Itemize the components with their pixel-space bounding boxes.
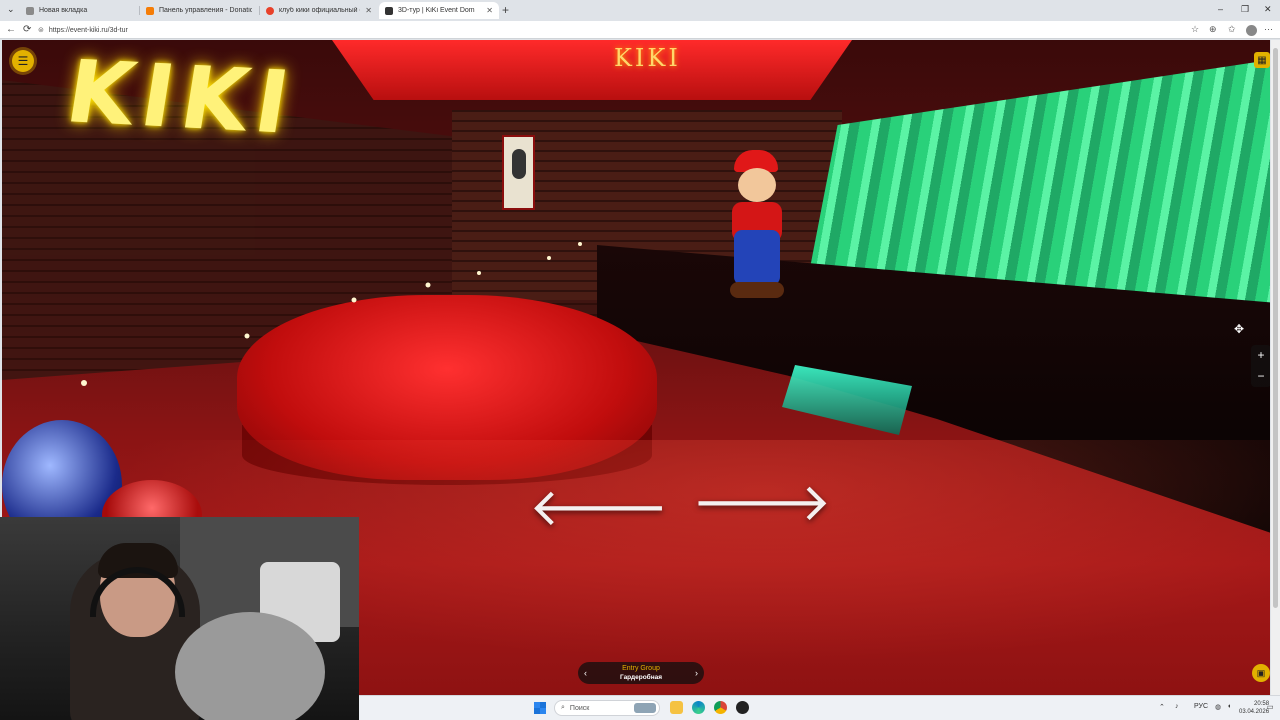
red-ceiling <box>332 40 852 100</box>
clock-time: 20:58 <box>1254 701 1270 707</box>
favorites-icon[interactable]: ✩ <box>1228 24 1236 35</box>
tab-donationalerts[interactable]: Панель управления - DonationAl <box>140 2 258 19</box>
scene-group-label: Entry Group <box>622 665 660 672</box>
yandex-favicon-icon <box>266 6 274 15</box>
hamburger-icon: ☰ <box>17 54 29 68</box>
tour-menu-button[interactable]: ☰ <box>12 50 34 72</box>
restore-icon[interactable]: ❐ <box>1241 4 1249 15</box>
wall-portrait <box>502 135 535 210</box>
close-tab-icon[interactable]: ✕ <box>486 6 493 15</box>
zoom-out-button[interactable]: − <box>1251 366 1270 387</box>
tab-3d-tour[interactable]: 3D-тур | KiKi Event Dom ✕ <box>379 2 499 19</box>
neon-kiki-sign: KIKI <box>59 42 304 154</box>
tab-title: Панель управления - DonationAl <box>159 7 252 14</box>
site-info-icon[interactable]: ⊜ <box>38 26 44 34</box>
back-arrow-icon[interactable]: ← <box>6 24 16 35</box>
grid-icon: ▦ <box>1257 54 1267 66</box>
scrollbar-thumb[interactable] <box>1273 48 1278 608</box>
donationalerts-favicon-icon <box>146 6 154 15</box>
info-hotspot-button[interactable]: ▣ <box>1252 664 1270 682</box>
reload-icon[interactable]: ⟳ <box>23 24 31 35</box>
nav-left-arrow-icon[interactable]: 🡐 <box>529 475 668 538</box>
more-options-icon[interactable]: ⋯ <box>1264 24 1273 35</box>
move-cursor-icon: ✥ <box>1234 322 1245 336</box>
webcam-overlay <box>0 517 359 720</box>
ceiling-kiki-logo: KIKI <box>614 44 681 72</box>
next-scene-button[interactable]: › <box>695 668 698 678</box>
scene-title: Entry Group Гардеробная <box>620 664 662 682</box>
zoom-in-button[interactable]: + <box>1251 345 1270 366</box>
close-tab-icon[interactable]: ✕ <box>365 6 372 15</box>
tab-yandex-search[interactable]: клуб кики официальный сайт — ✕ <box>260 2 378 19</box>
taskbar-search-box[interactable]: ⌕ Поиск <box>554 700 660 716</box>
search-icon: ⌕ <box>561 704 565 711</box>
close-window-icon[interactable]: ✕ <box>1264 4 1272 15</box>
scene-navigator: ‹ Entry Group Гардеробная › <box>578 662 704 684</box>
tray-overflow-icon[interactable]: ⌃ <box>1159 703 1165 711</box>
tab-menu-icon[interactable]: ⌄ <box>7 4 15 15</box>
url-text: https://event-kiki.ru/3d-tur <box>48 26 128 34</box>
minimize-icon[interactable]: – <box>1218 4 1223 14</box>
webcam-second-person <box>175 612 325 720</box>
tab-title: 3D-тур | KiKi Event Dom <box>398 7 475 14</box>
mario-figure <box>722 150 792 300</box>
file-explorer-icon[interactable] <box>670 701 683 714</box>
address-bar[interactable]: ⊜ https://event-kiki.ru/3d-tur <box>38 23 1188 37</box>
network-icon[interactable]: ◍ <box>1215 703 1221 711</box>
volume-icon[interactable]: ◖ <box>1227 703 1231 710</box>
tab-title: клуб кики официальный сайт — <box>279 7 360 14</box>
nav-right-arrow-icon[interactable]: 🡒 <box>692 470 831 533</box>
taskbar-clock[interactable]: 20:58 03.04.2026 <box>1239 700 1269 716</box>
chrome-browser-icon[interactable] <box>714 701 727 714</box>
prev-scene-button[interactable]: ‹ <box>584 668 587 678</box>
zoom-control: + − <box>1251 345 1270 387</box>
edge-browser-icon[interactable] <box>692 701 705 714</box>
bookmark-star-icon[interactable]: ☆ <box>1191 24 1199 35</box>
kiki-favicon-icon <box>385 6 393 15</box>
profile-avatar-icon[interactable] <box>1246 25 1257 36</box>
new-tab-favicon-icon <box>26 6 34 15</box>
windows-start-icon[interactable] <box>534 702 546 714</box>
page-scrollbar[interactable] <box>1271 40 1280 695</box>
microphone-icon[interactable]: ♪ <box>1175 703 1179 710</box>
tab-title: Новая вкладка <box>39 7 88 14</box>
tour-grid-button[interactable]: ▦ <box>1254 52 1270 68</box>
scene-room-label: Гардеробная <box>619 674 663 681</box>
language-indicator[interactable]: РУС <box>1194 703 1208 710</box>
search-placeholder: Поиск <box>569 704 590 712</box>
browser-toolbar: ← ⟳ ⊜ https://event-kiki.ru/3d-tur ☆ ⊕ ✩… <box>0 21 1280 39</box>
notifications-icon[interactable]: ▭ <box>1267 703 1274 711</box>
search-highlight-image <box>634 703 656 713</box>
map-icon: ▣ <box>1256 667 1266 678</box>
obs-app-icon[interactable] <box>736 701 749 714</box>
tab-new-tab[interactable]: Новая вкладка <box>20 2 138 19</box>
new-tab-button[interactable]: + <box>502 3 509 17</box>
windows-taskbar: ⌕ Поиск ⌃ ♪ РУС ◍ ◖ 20:58 03.04.2026 ▭ <box>359 695 1280 720</box>
extensions-icon[interactable]: ⊕ <box>1209 24 1217 35</box>
browser-tab-bar: ⌄ Новая вкладка Панель управления - Dona… <box>0 0 1280 21</box>
clock-date: 03.04.2026 <box>1239 709 1270 715</box>
